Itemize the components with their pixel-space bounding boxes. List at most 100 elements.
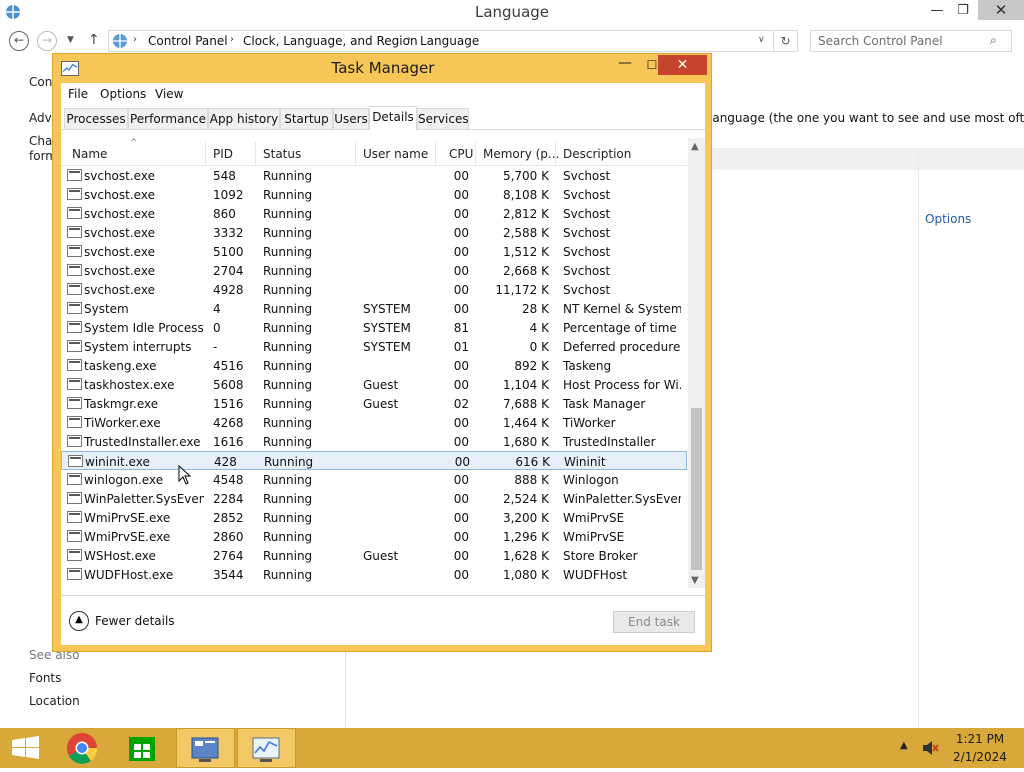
- table-row[interactable]: TiWorker.exe 4268 Running 00 1,464 K TiWorker: [61, 413, 687, 432]
- table-row[interactable]: svchost.exe 5100 Running 00 1,512 K Svchost: [61, 242, 687, 261]
- table-row[interactable]: WmiPrvSE.exe 2852 Running 00 3,200 K WmiPrvSE: [61, 508, 687, 527]
- control-panel-taskbar-button[interactable]: [176, 728, 235, 768]
- cell-user: Guest: [363, 549, 399, 563]
- chrome-icon: [67, 733, 98, 764]
- tab-startup[interactable]: Startup: [280, 108, 333, 130]
- search-icon[interactable]: ⌕: [990, 33, 997, 48]
- cell-desc: Winlogon: [563, 473, 619, 487]
- cell-memory: 8,108 K: [502, 188, 549, 202]
- restore-button[interactable]: ❐: [948, 0, 978, 22]
- table-row[interactable]: svchost.exe 2704 Running 00 2,668 K Svchost: [61, 261, 687, 280]
- column-header-pid[interactable]: PID: [213, 147, 233, 161]
- table-row[interactable]: System interrupts - Running SYSTEM 01 0 K Defe…: [61, 337, 687, 356]
- table-row[interactable]: System 4 Running SYSTEM 00 28 K NT Kernel & Sy…: [61, 299, 687, 318]
- column-header-user-name[interactable]: User name: [363, 147, 428, 161]
- tab-app-history[interactable]: App history: [208, 108, 280, 130]
- cell-name: svchost.exe: [84, 207, 155, 221]
- options-link[interactable]: Options: [925, 212, 971, 226]
- column-divider[interactable]: [355, 142, 356, 164]
- table-row[interactable]: svchost.exe 548 Running 00 5,700 K Svchost: [61, 166, 687, 185]
- menu-view[interactable]: View: [155, 87, 183, 101]
- chrome-button[interactable]: [54, 728, 110, 768]
- breadcrumb-control-panel[interactable]: Control Panel: [148, 34, 228, 48]
- start-button[interactable]: [0, 728, 56, 768]
- search-input[interactable]: Search Control Panel: [818, 34, 943, 48]
- location-link[interactable]: Location: [29, 694, 80, 708]
- back-button[interactable]: ←: [9, 31, 29, 51]
- menu-file[interactable]: File: [68, 87, 88, 101]
- cell-pid: 1092: [213, 188, 244, 202]
- process-icon: [68, 455, 83, 467]
- close-button[interactable]: ✕: [658, 55, 707, 75]
- table-row[interactable]: WinPaletter.SysEvent... 2284 Running 00 2,52…: [61, 489, 687, 508]
- breadcrumb-clock-language-region[interactable]: Clock, Language, and Region: [243, 34, 418, 48]
- close-button[interactable]: ✕: [978, 0, 1024, 20]
- fonts-link[interactable]: Fonts: [29, 671, 61, 685]
- table-row[interactable]: WUDFHost.exe 3544 Running 00 1,080 K WUDFHost: [61, 565, 687, 584]
- column-header-cpu[interactable]: CPU: [449, 147, 473, 161]
- tab-services[interactable]: Services: [417, 108, 469, 130]
- table-row[interactable]: svchost.exe 3332 Running 00 2,588 K Svchost: [61, 223, 687, 242]
- tab-performance[interactable]: Performance: [128, 108, 208, 130]
- recent-pages-dropdown-icon[interactable]: ▼: [67, 35, 74, 45]
- clock-date[interactable]: 2/1/2024: [940, 750, 1020, 764]
- clock-time[interactable]: 1:21 PM: [940, 732, 1020, 746]
- chevron-up-icon[interactable]: ▲: [69, 611, 89, 631]
- cell-pid: 5100: [213, 245, 244, 259]
- minimize-button[interactable]: —: [612, 54, 638, 76]
- tab-details[interactable]: Details: [369, 106, 417, 131]
- table-row[interactable]: svchost.exe 1092 Running 00 8,108 K Svchost: [61, 185, 687, 204]
- table-row[interactable]: winlogon.exe 4548 Running 00 888 K Winlogon: [61, 470, 687, 489]
- process-icon: [67, 511, 82, 523]
- column-header-name[interactable]: Name: [72, 147, 107, 161]
- cell-desc: Store Broker: [563, 549, 638, 563]
- table-row[interactable]: WSHost.exe 2764 Running Guest 00 1,628 K Store…: [61, 546, 687, 565]
- table-row[interactable]: svchost.exe 4928 Running 00 11,172 K Svchost: [61, 280, 687, 299]
- process-icon: [67, 264, 82, 276]
- fewer-details-button[interactable]: Fewer details: [95, 614, 175, 628]
- column-divider[interactable]: [435, 142, 436, 164]
- table-row[interactable]: taskeng.exe 4516 Running 00 892 K Taskeng: [61, 356, 687, 375]
- tab-processes[interactable]: Processes: [64, 108, 128, 130]
- column-divider[interactable]: [475, 142, 476, 164]
- column-header-memory[interactable]: Memory (p...: [483, 147, 559, 161]
- show-hidden-icons-icon[interactable]: ▲: [900, 740, 908, 751]
- cell-memory: 888 K: [514, 473, 549, 487]
- cell-name: svchost.exe: [84, 226, 155, 240]
- table-row[interactable]: WmiPrvSE.exe 2860 Running 00 1,296 K WmiPrvSE: [61, 527, 687, 546]
- table-row[interactable]: TrustedInstaller.exe 1616 Running 00 1,680 K…: [61, 432, 687, 451]
- scroll-down-icon[interactable]: ▼: [691, 575, 699, 586]
- tab-users[interactable]: Users: [333, 108, 369, 130]
- divider: [345, 645, 346, 727]
- cell-user: SYSTEM: [363, 302, 411, 316]
- forward-button[interactable]: →: [37, 31, 57, 51]
- table-row[interactable]: Taskmgr.exe 1516 Running Guest 02 7,688 K Task…: [61, 394, 687, 413]
- table-row[interactable]: wininit.exe 428 Running 00 616 K Wininit: [61, 451, 687, 470]
- store-button[interactable]: [114, 728, 170, 768]
- scroll-up-icon[interactable]: ▲: [691, 141, 699, 152]
- column-divider[interactable]: [555, 142, 556, 164]
- task-manager-taskbar-button[interactable]: [237, 728, 296, 768]
- cell-desc: WmiPrvSE: [563, 530, 625, 544]
- vertical-scrollbar[interactable]: ▲ ▼: [688, 138, 705, 588]
- table-row[interactable]: svchost.exe 860 Running 00 2,812 K Svchost: [61, 204, 687, 223]
- speaker-muted-icon[interactable]: [920, 738, 940, 758]
- column-divider[interactable]: [255, 142, 256, 164]
- up-arrow-icon[interactable]: ↑: [88, 32, 100, 48]
- table-row[interactable]: System Idle Process 0 Running SYSTEM 81 4 K Pe…: [61, 318, 687, 337]
- address-dropdown-icon[interactable]: ∨: [758, 35, 765, 45]
- cell-name: svchost.exe: [84, 169, 155, 183]
- refresh-icon[interactable]: ↻: [774, 30, 798, 52]
- end-task-button[interactable]: End task: [613, 611, 695, 633]
- cell-desc: Svchost: [563, 169, 611, 183]
- column-divider[interactable]: [205, 142, 206, 164]
- menu-options[interactable]: Options: [100, 87, 146, 101]
- breadcrumb-language[interactable]: Language: [420, 34, 479, 48]
- column-header-status[interactable]: Status: [263, 147, 301, 161]
- divider: [918, 150, 919, 730]
- column-header-description[interactable]: Description: [563, 147, 631, 161]
- cell-cpu: 00: [453, 207, 469, 221]
- table-row[interactable]: taskhostex.exe 5608 Running Guest 00 1,104 K H…: [61, 375, 687, 394]
- scrollbar-thumb[interactable]: [691, 408, 702, 570]
- cell-status: Running: [263, 188, 313, 202]
